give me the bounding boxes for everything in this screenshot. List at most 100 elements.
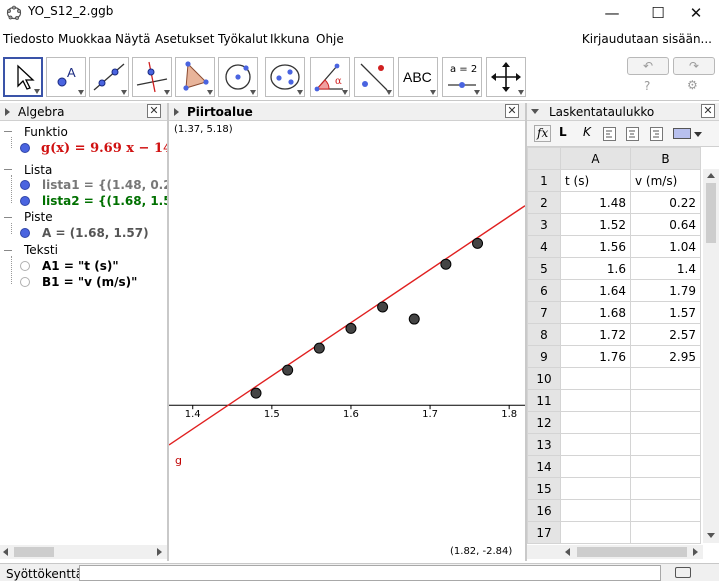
cell-B3[interactable]: 0.64 bbox=[630, 213, 701, 236]
cell-B1[interactable]: v (m/s) bbox=[630, 169, 701, 192]
row-header[interactable]: 2 bbox=[527, 191, 561, 214]
cell-B4[interactable]: 1.04 bbox=[630, 235, 701, 258]
cell-B12[interactable] bbox=[630, 411, 701, 434]
cell-B8[interactable]: 2.57 bbox=[630, 323, 701, 346]
text-B1[interactable]: B1 = "v (m/s)" bbox=[42, 275, 137, 289]
cell-B5[interactable]: 1.4 bbox=[630, 257, 701, 280]
row-header[interactable]: 7 bbox=[527, 301, 561, 324]
row-header[interactable]: 14 bbox=[527, 455, 561, 478]
corner-cell[interactable] bbox=[527, 147, 561, 170]
row-header[interactable]: 5 bbox=[527, 257, 561, 280]
row-header[interactable]: 16 bbox=[527, 499, 561, 522]
cell-B10[interactable] bbox=[630, 367, 701, 390]
cell-A12[interactable] bbox=[560, 411, 631, 434]
spreadsheet-horizontal-scrollbar[interactable] bbox=[527, 545, 703, 559]
reflect-tool-button[interactable] bbox=[354, 57, 394, 97]
settings-icon[interactable]: ⚙ bbox=[687, 78, 698, 92]
scatter-plot[interactable]: 1.4 1.5 1.6 1.7 1.8 bbox=[168, 121, 526, 561]
cell-A7[interactable]: 1.68 bbox=[560, 301, 631, 324]
row-header[interactable]: 13 bbox=[527, 433, 561, 456]
background-color-button[interactable] bbox=[673, 128, 691, 139]
row-header[interactable]: 17 bbox=[527, 521, 561, 544]
cell-A2[interactable]: 1.48 bbox=[560, 191, 631, 214]
visibility-toggle-A[interactable] bbox=[20, 228, 30, 238]
menu-view[interactable]: Näytä bbox=[115, 32, 151, 46]
function-g[interactable]: g(x) = 9.69 x − 14 bbox=[41, 141, 167, 156]
category-text[interactable]: Teksti bbox=[24, 243, 58, 257]
redo-button[interactable]: ↷ bbox=[673, 57, 715, 75]
chevron-down-icon[interactable] bbox=[694, 132, 702, 137]
point-A[interactable]: A = (1.68, 1.57) bbox=[42, 226, 149, 240]
category-function[interactable]: Funktio bbox=[24, 125, 68, 139]
cell-B7[interactable]: 1.57 bbox=[630, 301, 701, 324]
row-header[interactable]: 11 bbox=[527, 389, 561, 412]
cell-B11[interactable] bbox=[630, 389, 701, 412]
visibility-toggle-lista1[interactable] bbox=[20, 180, 30, 190]
text-A1[interactable]: A1 = "t (s)" bbox=[42, 259, 119, 273]
login-link[interactable]: Kirjaudutaan sisään... bbox=[582, 32, 712, 46]
visibility-toggle-g[interactable] bbox=[20, 143, 30, 153]
menu-help[interactable]: Ohje bbox=[316, 32, 344, 46]
menu-window[interactable]: Ikkuna bbox=[270, 32, 310, 46]
column-header-B[interactable]: B bbox=[630, 147, 701, 170]
cell-A8[interactable]: 1.72 bbox=[560, 323, 631, 346]
cell-A17[interactable] bbox=[560, 521, 631, 544]
visibility-toggle-B1[interactable] bbox=[20, 277, 30, 287]
cell-A15[interactable] bbox=[560, 477, 631, 500]
cell-A9[interactable]: 1.76 bbox=[560, 345, 631, 368]
angle-tool-button[interactable]: α bbox=[310, 57, 350, 97]
cell-A11[interactable] bbox=[560, 389, 631, 412]
visibility-toggle-lista2[interactable] bbox=[20, 196, 30, 206]
point-tool-button[interactable]: A bbox=[46, 57, 86, 97]
menu-edit[interactable]: Muokkaa bbox=[58, 32, 112, 46]
cell-B15[interactable] bbox=[630, 477, 701, 500]
row-header[interactable]: 6 bbox=[527, 279, 561, 302]
row-header[interactable]: 1 bbox=[527, 169, 561, 192]
circle-tool-button[interactable] bbox=[218, 57, 258, 97]
input-bar-toggle-button[interactable]: fx bbox=[534, 125, 552, 142]
slider-tool-button[interactable]: a = 2 bbox=[442, 57, 482, 97]
spreadsheet-grid[interactable]: A B 1t (s) v (m/s) 2 1.48 0.22 3 1.52 0.64 4 1.56… bbox=[527, 147, 701, 544]
menu-file[interactable]: Tiedosto bbox=[3, 32, 54, 46]
cell-A14[interactable] bbox=[560, 455, 631, 478]
cell-A1[interactable]: t (s) bbox=[560, 169, 631, 192]
row-header[interactable]: 9 bbox=[527, 345, 561, 368]
row-header[interactable]: 10 bbox=[527, 367, 561, 390]
move-graphics-tool-button[interactable] bbox=[486, 57, 526, 97]
line-tool-button[interactable] bbox=[89, 57, 129, 97]
close-spreadsheet-view-button[interactable]: ✕ bbox=[701, 104, 715, 118]
cell-B14[interactable] bbox=[630, 455, 701, 478]
cell-A13[interactable] bbox=[560, 433, 631, 456]
column-header-A[interactable]: A bbox=[560, 147, 631, 170]
cell-B2[interactable]: 0.22 bbox=[630, 191, 701, 214]
cell-A3[interactable]: 1.52 bbox=[560, 213, 631, 236]
cell-A4[interactable]: 1.56 bbox=[560, 235, 631, 258]
cell-A10[interactable] bbox=[560, 367, 631, 390]
cell-A16[interactable] bbox=[560, 499, 631, 522]
undo-button[interactable]: ↶ bbox=[627, 57, 669, 75]
algebra-horizontal-scrollbar[interactable] bbox=[0, 545, 167, 559]
toggle-style-bar-icon[interactable] bbox=[531, 109, 539, 114]
category-point[interactable]: Piste bbox=[24, 210, 53, 224]
row-header[interactable]: 3 bbox=[527, 213, 561, 236]
text-tool-button[interactable]: ABC bbox=[398, 57, 438, 97]
row-header[interactable]: 12 bbox=[527, 411, 561, 434]
conic-tool-button[interactable] bbox=[265, 57, 305, 97]
spreadsheet-vertical-scrollbar[interactable] bbox=[703, 169, 719, 543]
list-lista2[interactable]: lista2 = {(1.68, 1.57)} bbox=[42, 194, 167, 208]
toggle-style-bar-icon[interactable] bbox=[174, 108, 179, 116]
perpendicular-tool-button[interactable] bbox=[132, 57, 172, 97]
close-window-button[interactable]: ✕ bbox=[673, 0, 719, 26]
minimize-button[interactable]: — bbox=[589, 0, 635, 26]
help-icon[interactable]: ? bbox=[644, 79, 650, 93]
cell-A5[interactable]: 1.6 bbox=[560, 257, 631, 280]
cell-B16[interactable] bbox=[630, 499, 701, 522]
polygon-tool-button[interactable] bbox=[175, 57, 215, 97]
keyboard-icon[interactable] bbox=[675, 567, 691, 578]
input-bar-field[interactable] bbox=[79, 565, 661, 581]
cell-B9[interactable]: 2.95 bbox=[630, 345, 701, 368]
row-header[interactable]: 8 bbox=[527, 323, 561, 346]
graphics-view[interactable]: 1.4 1.5 1.6 1.7 1.8 (1.37, 5.18) (1.82, -2.8… bbox=[168, 121, 526, 561]
cell-B13[interactable] bbox=[630, 433, 701, 456]
cell-B17[interactable] bbox=[630, 521, 701, 544]
